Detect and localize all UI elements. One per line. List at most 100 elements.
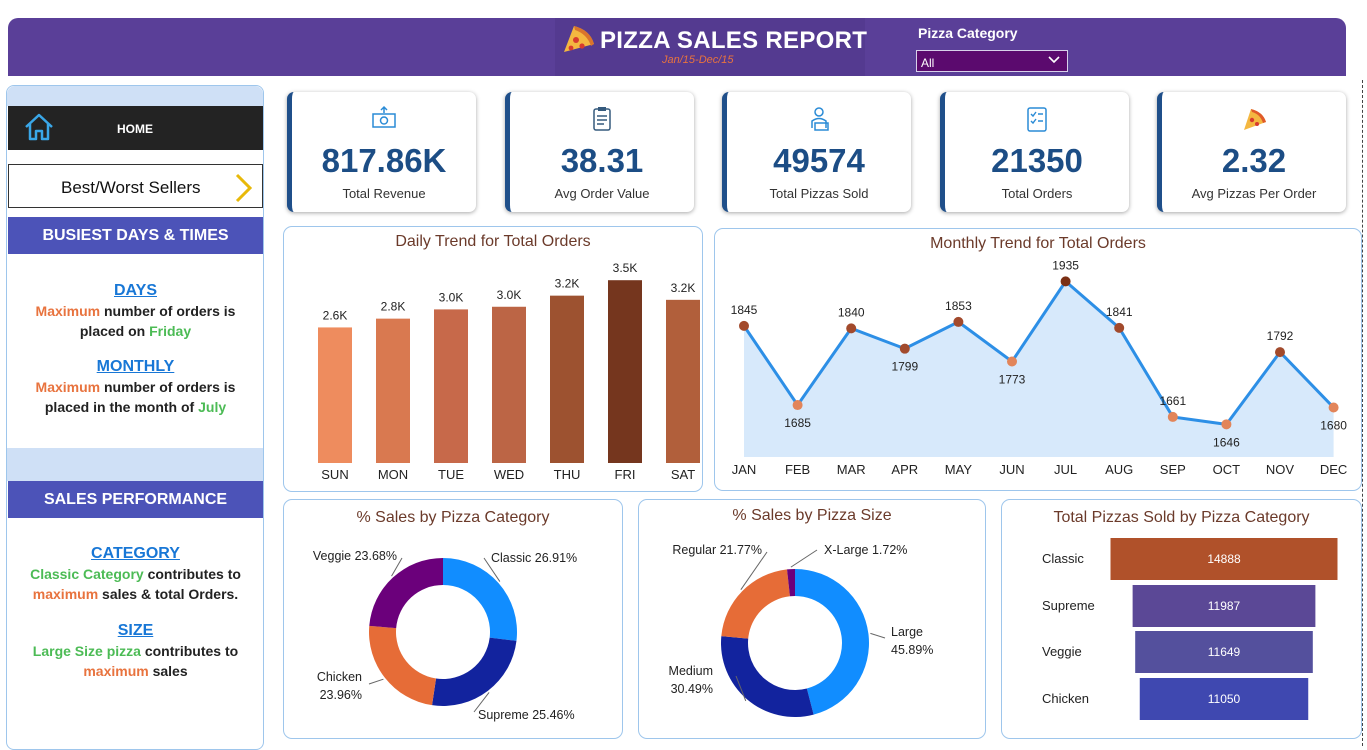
monthly-x-tick: AUG [1105,462,1133,477]
monthly-point-dec [1328,402,1339,413]
monthly-point-apr [899,343,910,354]
size-slice-medium [721,636,814,717]
kpi-card-total-pizzas-sold: 49574 Total Pizzas Sold [722,92,911,212]
category-slice-supreme [432,637,517,706]
funnel-bar-value: 14888 [1207,552,1241,566]
size-slice-label: X-Large 1.72% [824,543,907,557]
pizza-logo-icon [560,22,598,65]
daily-trend-panel: Daily Trend for Total Orders 2.6K SUN 2.8K… [283,226,703,492]
monthly-trend-chart: 1845 JAN 1685 FEB 1840 MAR 1799 APR 1853 MAY 1773 J… [731,258,1348,477]
home-label: HOME [117,122,153,136]
daily-x-tick: SUN [321,467,348,482]
daily-bar-thu [550,295,584,463]
size-text-1: contributes to [140,643,239,659]
home-icon[interactable] [22,111,56,148]
daily-x-tick: MON [378,467,408,482]
monthly-point-label: 1841 [1106,305,1133,319]
monthly-point-label: 1773 [999,373,1026,387]
daily-bar-label: 3.2K [555,277,580,291]
monthly-link[interactable]: MONTHLY [97,358,175,375]
size-leader-line [870,632,886,639]
category-slice-label: Supreme 25.46% [478,708,575,722]
monthly-x-tick: JUL [1054,462,1077,477]
size-large: Large Size pizza [32,643,141,659]
cat-text-2: sales & total Orders. [98,586,239,602]
category-slice-label: Chicken 23.96% [317,670,362,702]
size-slice-label: Large 45.89% [891,625,933,657]
daily-bar-mon [376,318,410,463]
category-link[interactable]: CATEGORY [91,545,180,562]
monthly-area [744,281,1334,457]
monthly-point-feb [792,400,803,411]
daily-x-tick: SAT [671,467,695,482]
funnel-category-label: Veggie [1042,644,1082,659]
monthly-x-tick: DEC [1320,462,1347,477]
best-worst-sellers-label: Best/Worst Sellers [61,178,201,197]
category-slice-veggie [369,558,443,629]
kpi-value: 49574 [773,142,865,179]
monthly-text-1: number of orders is [100,379,236,395]
daily-bar-label: 3.0K [439,290,464,304]
daily-bar-wed [492,306,526,463]
daily-x-tick: THU [554,467,581,482]
category-slice-label: Veggie 23.68% [313,549,397,563]
monthly-point-label: 1935 [1052,258,1079,272]
clipboard-icon [510,104,694,139]
delivery-icon [727,104,911,139]
monthly-x-tick: JAN [732,462,757,477]
monthly-point-label: 1661 [1159,394,1186,408]
daily-bar-label: 3.2K [671,281,696,295]
monthly-point-label: 1799 [891,360,918,374]
monthly-text-2: placed in the month of [44,399,199,415]
days-link[interactable]: DAYS [114,282,157,299]
funnel-category-label: Supreme [1042,598,1095,613]
sales-by-size-panel: % Sales by Pizza Size Large 45.89% Medium 3… [638,499,986,739]
monthly-point-jan [739,320,749,331]
monthly-x-tick: SEP [1160,462,1186,477]
kpi-value: 21350 [991,142,1083,179]
monthly-point-label: 1680 [1320,419,1347,433]
monthly-x-tick: OCT [1213,462,1241,477]
monthly-point-label: 1646 [1213,435,1240,449]
kpi-label: Total Pizzas Sold [769,186,869,201]
monthly-trend-panel: Monthly Trend for Total Orders 1845 JAN 16… [714,228,1362,491]
days-friday: Friday [149,323,192,339]
daily-x-tick: TUE [438,467,464,482]
kpi-label: Total Orders [1001,186,1073,201]
category-block: CATEGORY Classic Category contributes to… [8,543,263,604]
monthly-x-tick: MAY [945,462,973,477]
pizza-slice-icon [1162,104,1346,139]
daily-bar-sun [318,327,352,463]
size-text-2: sales [148,663,188,679]
daily-x-tick: FRI [615,467,636,482]
monthly-x-tick: FEB [785,462,810,477]
funnel-bar-value: 11649 [1208,645,1241,659]
sales-by-category-panel: % Sales by Pizza Category Classic 26.91%… [283,499,623,739]
daily-x-tick: WED [494,467,524,482]
kpi-value: 817.86K [321,142,447,179]
sales-by-category-chart: Classic 26.91% Supreme 25.46% Chicken 23.96… [313,549,577,722]
busiest-monthly-block: MONTHLY Maximum number of orders is plac… [8,356,263,417]
size-max-word: maximum [83,663,149,679]
pizza-category-filter-label: Pizza Category [918,25,1018,41]
monthly-x-tick: APR [891,462,918,477]
pizzas-by-category-chart: 14888 Classic 11987 Supreme 11649 Veggie 11050… [1042,538,1338,720]
size-leader-line [790,549,818,568]
kpi-label: Total Revenue [342,186,426,201]
size-link[interactable]: SIZE [118,622,154,639]
size-slice-label: Medium 30.49% [669,664,713,696]
monthly-x-tick: JUN [999,462,1024,477]
pizza-category-select[interactable]: All [916,50,1068,72]
monthly-point-mar [846,323,857,334]
monthly-x-tick: MAR [837,462,866,477]
monthly-point-label: 1685 [784,416,811,430]
kpi-card-avg-order-value: 38.31 Avg Order Value [505,92,694,212]
kpi-card-total-orders: 21350 Total Orders [940,92,1129,212]
kpi-card-avg-pizzas-per-order: 2.32 Avg Pizzas Per Order [1157,92,1346,212]
daily-bar-label: 2.6K [323,308,348,322]
side-panel-top [7,86,263,106]
chevron-right-icon[interactable] [234,172,254,209]
cat-max-word: maximum [32,586,99,602]
days-text-1: number of orders is [100,303,236,319]
category-slice-chicken [369,625,437,706]
